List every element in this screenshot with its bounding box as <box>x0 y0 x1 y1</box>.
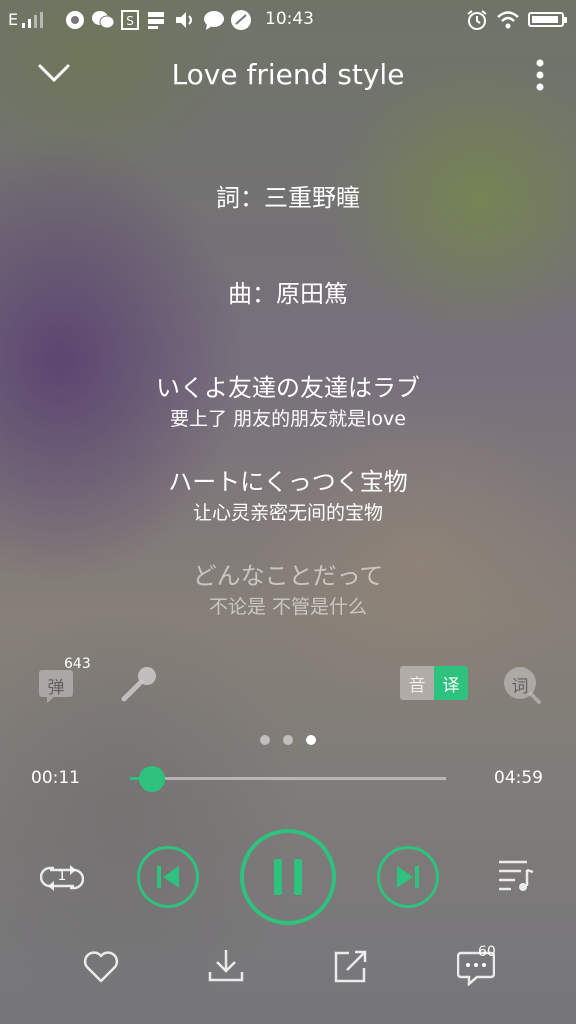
translation-option[interactable]: 译 <box>434 666 468 700</box>
total-duration: 04:59 <box>494 768 543 788</box>
repeat-one-button[interactable]: 1 <box>40 860 84 896</box>
lyric-line-translation: 要上了 朋友的朋友就是love <box>170 408 406 430</box>
microphone-icon[interactable] <box>120 666 158 702</box>
pager-dot-active[interactable] <box>306 735 316 745</box>
previous-icon <box>157 866 179 888</box>
composer-credit: 曲：原田篤 <box>228 280 348 308</box>
lyric-line-original: どんなことだって <box>192 562 384 590</box>
share-icon[interactable] <box>333 950 369 984</box>
pager-dot[interactable] <box>260 735 270 745</box>
playlist-icon[interactable] <box>497 858 535 894</box>
previous-button[interactable] <box>137 846 199 908</box>
lyric-line-translation: 不论是 不管是什么 <box>208 596 368 618</box>
next-button[interactable] <box>377 846 439 908</box>
progress-track[interactable] <box>130 777 446 780</box>
wechat-icon <box>92 11 115 29</box>
status-bar: E S 10:43 <box>0 0 576 40</box>
transliteration-translation-toggle[interactable]: 音 译 <box>400 666 468 700</box>
lyric-line-original: ハートにくっつく宝物 <box>168 468 408 496</box>
elapsed-time: 00:11 <box>31 768 80 788</box>
song-title: Love friend style <box>171 58 405 91</box>
danmaku-count: 643 <box>64 656 91 672</box>
pause-icon <box>274 859 302 895</box>
volume-icon <box>176 12 192 28</box>
repeat-one-badge: 1 <box>57 868 67 884</box>
message-icon <box>204 11 224 30</box>
lyric-line-translation: 让心灵亲密无间的宝物 <box>192 502 383 524</box>
storage-icon <box>148 12 164 29</box>
next-icon <box>397 866 419 888</box>
lyricist-credit: 詞：三重野瞳 <box>216 184 360 212</box>
transliteration-option[interactable]: 音 <box>400 666 434 700</box>
battery-icon <box>528 12 567 27</box>
danmaku-label: 弹 <box>47 678 65 698</box>
status-time: 10:43 <box>265 9 314 29</box>
download-icon[interactable] <box>208 948 244 984</box>
chevron-down-icon[interactable] <box>37 62 71 84</box>
signal-strength-icon <box>22 12 43 28</box>
s-app-icon: S <box>121 10 139 30</box>
more-vertical-icon[interactable] <box>532 58 548 92</box>
alarm-icon <box>467 10 487 30</box>
pause-button[interactable] <box>240 829 336 925</box>
lyric-line-original: いくよ友達の友達はラブ <box>156 374 420 402</box>
progress-thumb[interactable] <box>138 766 165 792</box>
art-app-icon <box>231 10 251 30</box>
heart-icon[interactable] <box>82 950 120 984</box>
comment-count: 60 <box>478 944 496 960</box>
browser-icon <box>66 11 84 29</box>
lyric-search-button[interactable]: 词 <box>503 666 541 704</box>
pager-dot[interactable] <box>283 735 293 745</box>
signal-label: E <box>8 10 19 29</box>
svg-text:S: S <box>126 14 134 28</box>
wifi-icon <box>497 11 519 29</box>
lyric-search-label: 词 <box>511 677 529 697</box>
